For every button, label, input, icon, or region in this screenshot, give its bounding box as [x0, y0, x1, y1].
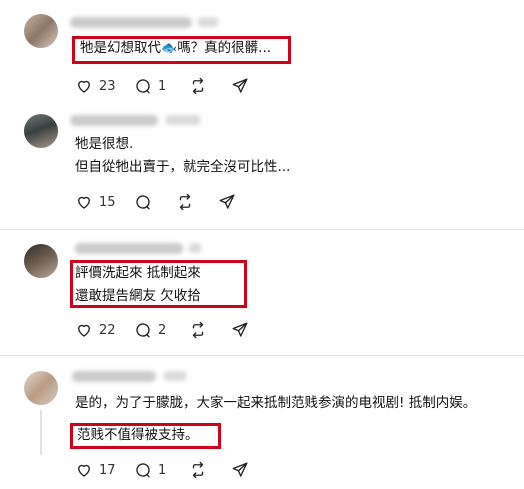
like-count: 17 — [99, 462, 116, 478]
comment-divider — [0, 229, 524, 230]
timestamp-blurred — [163, 371, 187, 381]
username-blurred[interactable] — [72, 371, 156, 382]
comment-text: 牠是很想. 但自從牠出賣于，就完全沒可比性... — [75, 133, 290, 179]
send-icon — [232, 78, 248, 93]
timestamp-blurred — [165, 115, 201, 125]
reply-button[interactable]: 2 — [134, 321, 166, 339]
heart-icon — [78, 324, 90, 337]
timestamp-blurred — [188, 243, 202, 253]
share-button[interactable] — [231, 321, 249, 339]
comment-icon — [136, 323, 150, 338]
repost-button[interactable] — [176, 193, 194, 211]
reply-count: 2 — [158, 322, 167, 338]
username-blurred[interactable] — [70, 17, 192, 28]
like-count: 22 — [99, 322, 116, 338]
repost-icon — [192, 321, 204, 339]
like-button[interactable]: 17 — [75, 461, 116, 479]
comment-text-line: 但自從牠出賣于，就完全沒可比性... — [75, 159, 291, 175]
share-button[interactable] — [231, 77, 249, 95]
like-button[interactable]: 15 — [75, 193, 116, 211]
reply-button[interactable]: 1 — [134, 461, 166, 479]
highlight-box — [72, 36, 291, 64]
repost-button[interactable] — [189, 321, 207, 339]
comment-text: 是的，为了于朦胧，大家一起来抵制范贱参演的电视剧! 抵制内娱。 — [75, 392, 476, 415]
username-blurred[interactable] — [75, 243, 183, 254]
reply-count: 1 — [158, 462, 167, 478]
thread-line — [40, 410, 42, 455]
repost-icon — [192, 461, 204, 479]
like-button[interactable]: 22 — [75, 321, 116, 339]
comment-text-line: 牠是很想. — [75, 136, 134, 152]
timestamp-blurred — [197, 17, 219, 27]
repost-button[interactable] — [189, 461, 207, 479]
like-count: 15 — [99, 194, 116, 210]
heart-icon — [78, 464, 90, 477]
highlight-box — [70, 423, 221, 449]
heart-icon — [78, 196, 90, 209]
avatar[interactable] — [24, 244, 58, 278]
comment-icon — [136, 463, 150, 478]
comment-icon — [136, 79, 150, 94]
send-icon — [219, 194, 235, 209]
avatar[interactable] — [24, 114, 58, 148]
highlight-box — [70, 260, 247, 308]
like-count: 23 — [99, 78, 116, 94]
comment-divider — [0, 355, 524, 356]
repost-icon — [179, 193, 191, 211]
avatar[interactable] — [24, 14, 58, 48]
reply-count: 1 — [158, 78, 167, 94]
comment-text-line: 是的，为了于朦胧，大家一起来抵制范贱参演的电视剧! 抵制内娱。 — [75, 395, 477, 411]
share-button[interactable] — [231, 461, 249, 479]
heart-icon — [78, 80, 90, 93]
username-blurred[interactable] — [70, 115, 158, 126]
repost-icon — [192, 77, 204, 95]
share-button[interactable] — [218, 193, 236, 211]
comment-icon — [136, 195, 150, 210]
like-button[interactable]: 23 — [75, 77, 116, 95]
avatar[interactable] — [24, 371, 58, 405]
reply-button[interactable]: 1 — [134, 77, 166, 95]
reply-button[interactable] — [134, 193, 152, 211]
send-icon — [232, 462, 248, 477]
repost-button[interactable] — [189, 77, 207, 95]
send-icon — [232, 322, 248, 337]
